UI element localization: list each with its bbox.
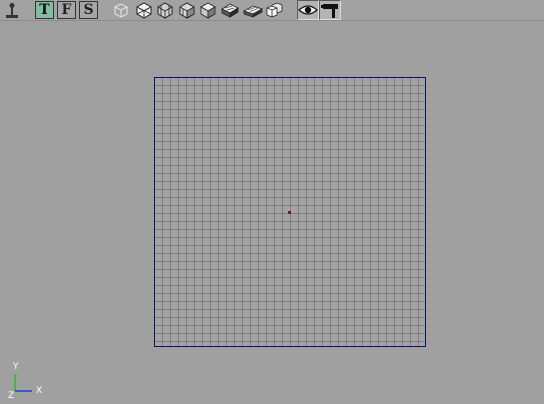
y-axis-label: Y: [13, 362, 19, 372]
origin-marker: [288, 211, 291, 214]
view-front-button[interactable]: F: [57, 1, 76, 19]
view-top-button[interactable]: T: [35, 1, 54, 19]
cube-textured-icon[interactable]: [220, 1, 240, 19]
eye-icon[interactable]: [297, 0, 319, 20]
cube-wireframe-icon[interactable]: [112, 1, 130, 19]
cubes-multi-icon[interactable]: [264, 1, 284, 19]
cube-flat-icon[interactable]: [134, 1, 154, 19]
joystick-icon[interactable]: [3, 1, 20, 19]
toolbar: T F S: [0, 0, 544, 21]
view-side-button[interactable]: S: [79, 1, 98, 19]
book-textured-icon[interactable]: [242, 1, 264, 19]
hammer-icon[interactable]: [319, 0, 341, 20]
cube-smooth-icon[interactable]: [177, 1, 197, 19]
cube-faceted-icon[interactable]: [155, 1, 175, 19]
x-axis-label: X: [36, 386, 43, 396]
axis-gizmo: Y X Z: [6, 362, 50, 402]
z-axis-label: Z: [8, 391, 15, 401]
cube-shaded-icon[interactable]: [198, 1, 218, 19]
